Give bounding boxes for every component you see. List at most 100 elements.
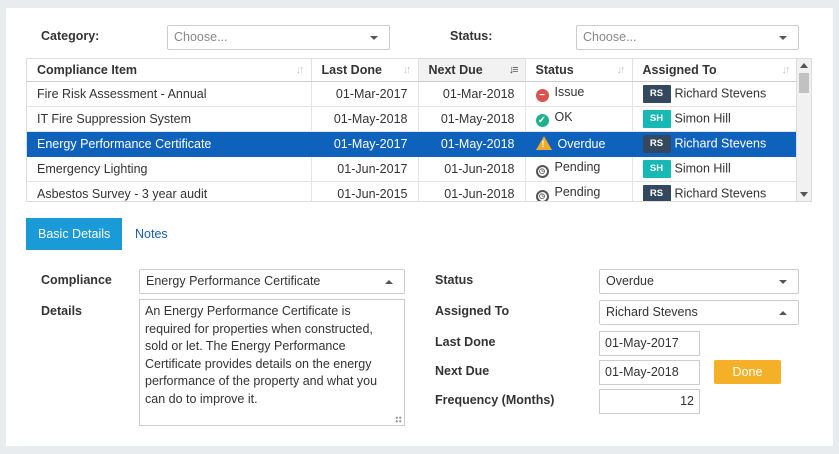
ok-check-icon: ✓: [535, 114, 549, 127]
details-text: An Energy Performance Certificate is req…: [145, 304, 378, 406]
chevron-down-icon: [370, 36, 378, 40]
status-label: Status: [435, 273, 474, 287]
assigned-to-value: Richard Stevens: [606, 305, 698, 319]
scroll-down-icon[interactable]: [800, 192, 808, 197]
tab-notes[interactable]: Notes: [123, 218, 180, 250]
cell-compliance-item: IT Fire Suppression System: [27, 106, 312, 132]
table-row[interactable]: Fire Risk Assessment - Annual 01-Mar-201…: [27, 81, 798, 107]
cell-last-done: 01-Jun-2015: [311, 181, 419, 201]
cell-last-done: 01-Jun-2017: [311, 156, 419, 182]
details-textarea[interactable]: An Energy Performance Certificate is req…: [139, 299, 405, 426]
status-value: Overdue: [606, 274, 654, 288]
table-row-selected[interactable]: Energy Performance Certificate 01-May-20…: [27, 131, 798, 157]
cell-compliance-item: Fire Risk Assessment - Annual: [27, 81, 312, 107]
assignee-name: Simon Hill: [674, 160, 731, 175]
tab-basic-details[interactable]: Basic Details: [26, 218, 123, 250]
compliance-panel: Category: Choose... Status: Choose... Co…: [6, 8, 833, 446]
cell-next-due: 01-May-2018: [418, 106, 526, 132]
cell-assigned-to: RS Richard Stevens: [632, 131, 798, 157]
chevron-up-icon: [779, 311, 787, 315]
column-header-last-done[interactable]: Last Done ↓↑: [311, 59, 419, 82]
column-header-next-due[interactable]: Next Due ↓≡: [418, 59, 526, 82]
table-row[interactable]: Emergency Lighting 01-Jun-2017 01-Jun-20…: [27, 156, 798, 182]
cell-compliance-item: Energy Performance Certificate: [27, 131, 312, 157]
cell-next-due: 01-Mar-2018: [418, 81, 526, 107]
column-header-label: Compliance Item: [37, 62, 138, 77]
assigned-to-label: Assigned To: [435, 304, 510, 318]
status-filter-select[interactable]: Choose...: [576, 25, 799, 50]
clock-icon: ◷: [535, 164, 549, 178]
grid-header-row: Compliance Item ↓↑ Last Done ↓↑ Next Due ↓≡…: [27, 59, 798, 82]
status-filter-label: Status:: [450, 29, 493, 43]
cell-next-due: 01-May-2018: [418, 131, 526, 157]
next-due-label: Next Due: [435, 364, 490, 378]
status-text: Overdue: [557, 137, 606, 151]
compliance-select[interactable]: Energy Performance Certificate: [139, 269, 405, 294]
column-header-label: Status: [535, 62, 574, 77]
cell-next-due: 01-Jun-2018: [418, 181, 526, 201]
status-text: Issue: [554, 85, 585, 99]
clock-icon: ◷: [535, 189, 549, 201]
status-filter-placeholder: Choose...: [583, 30, 637, 44]
done-button[interactable]: Done: [714, 360, 781, 384]
avatar: SH: [642, 109, 671, 128]
column-header-label: Last Done: [321, 62, 382, 77]
cell-next-due: 01-Jun-2018: [418, 156, 526, 182]
category-filter-label: Category:: [41, 29, 100, 43]
sort-icon: ↓↑: [402, 64, 412, 76]
grid-scrollbar[interactable]: [796, 59, 811, 201]
scroll-up-icon[interactable]: [800, 63, 808, 68]
sort-icon: ↓↑: [781, 64, 791, 76]
table-row[interactable]: IT Fire Suppression System 01-May-2018 0…: [27, 106, 798, 132]
column-header-compliance-item[interactable]: Compliance Item ↓↑: [27, 59, 312, 82]
cell-assigned-to: RS Richard Stevens: [632, 81, 798, 107]
chevron-up-icon: [385, 280, 393, 284]
next-due-input[interactable]: 01-May-2018: [599, 360, 700, 385]
cell-last-done: 01-May-2018: [311, 106, 419, 132]
column-header-assigned-to[interactable]: Assigned To ↓↑: [632, 59, 798, 82]
cell-compliance-item: Emergency Lighting: [27, 156, 312, 182]
cell-last-done: 01-May-2017: [311, 131, 419, 157]
assigned-to-select[interactable]: Richard Stevens: [599, 300, 799, 325]
compliance-label: Compliance: [41, 273, 112, 287]
cell-status: ◷ Pending: [525, 156, 633, 182]
category-filter-select[interactable]: Choose...: [167, 25, 390, 50]
cell-status: ✓ OK: [525, 106, 633, 132]
column-header-label: Assigned To: [642, 62, 717, 77]
last-done-label: Last Done: [435, 335, 496, 349]
frequency-input[interactable]: 12: [599, 389, 700, 414]
compliance-value: Energy Performance Certificate: [146, 274, 321, 288]
status-select[interactable]: Overdue: [599, 269, 799, 294]
category-filter-placeholder: Choose...: [174, 30, 228, 44]
assignee-name: Richard Stevens: [674, 85, 767, 100]
cell-last-done: 01-Mar-2017: [311, 81, 419, 107]
chevron-down-icon: [779, 36, 787, 40]
frequency-label: Frequency (Months): [435, 393, 555, 407]
scrollbar-thumb[interactable]: [799, 73, 809, 93]
avatar: RS: [642, 84, 671, 103]
column-header-status[interactable]: Status ↓↑: [525, 59, 633, 82]
status-text: Pending: [554, 184, 601, 199]
cell-assigned-to: SH Simon Hill: [632, 106, 798, 132]
resize-handle-icon[interactable]: [395, 416, 402, 423]
issue-icon: −: [535, 89, 549, 102]
cell-status: ◷ Pending: [525, 181, 633, 201]
table-row[interactable]: Asbestos Survey - 3 year audit 01-Jun-20…: [27, 181, 798, 201]
cell-status: − Issue: [525, 81, 633, 107]
avatar: RS: [642, 134, 671, 153]
details-label: Details: [41, 304, 82, 318]
sort-icon: ↓↑: [616, 64, 626, 76]
warning-icon: !: [535, 136, 552, 150]
compliance-grid: Compliance Item ↓↑ Last Done ↓↑ Next Due ↓≡…: [26, 58, 812, 202]
column-header-label: Next Due: [428, 62, 483, 77]
assignee-name: Richard Stevens: [674, 135, 767, 150]
status-text: OK: [554, 110, 573, 124]
last-done-input[interactable]: 01-May-2017: [599, 331, 700, 356]
cell-compliance-item: Asbestos Survey - 3 year audit: [27, 181, 312, 201]
assignee-name: Simon Hill: [674, 110, 731, 125]
assignee-name: Richard Stevens: [674, 185, 767, 200]
cell-assigned-to: RS Richard Stevens: [632, 181, 798, 201]
status-text: Pending: [554, 159, 601, 174]
sort-ascending-icon: ↓≡: [508, 64, 519, 76]
avatar: SH: [642, 159, 671, 178]
